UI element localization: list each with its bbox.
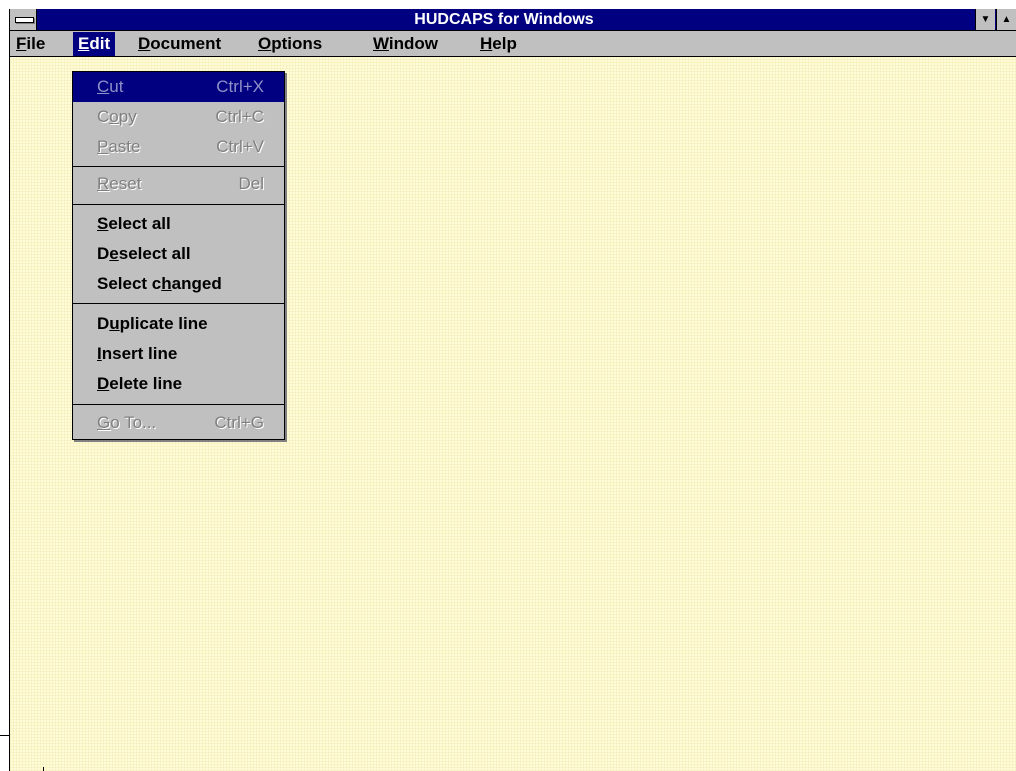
menu-separator [73,166,284,167]
menu-delete-line[interactable]: Delete line [73,369,284,399]
menu-edit-hotkey: E [78,34,90,53]
minimize-button[interactable]: ▼ [975,9,995,30]
menu-insert-line-label: Insert line [97,344,178,363]
menu-delete-line-label: Delete line [97,374,183,393]
menu-options-hotkey: O [258,34,272,53]
menu-go-to-shortcut: Ctrl+G [214,413,264,432]
title-bar[interactable]: HUDCAPS for Windows ▼ ▲ [10,9,1016,31]
screen-edge-mark [43,767,44,771]
menu-cut-shortcut: Ctrl+X [216,77,264,96]
menu-separator [73,204,284,205]
menu-file-hotkey: F [16,34,27,53]
menu-deselect-all-label: Deselect all [97,244,191,263]
menu-cut[interactable]: Cut Ctrl+X [73,72,284,102]
menu-help-hotkey: H [480,34,493,53]
menu-reset[interactable]: Reset Del [73,169,284,199]
menu-insert-line[interactable]: Insert line [73,339,284,369]
menu-duplicate-line-label: Duplicate line [97,314,208,333]
maximize-button[interactable]: ▲ [996,9,1016,30]
menu-select-all[interactable]: Select all [73,209,284,239]
menu-document[interactable]: Document [133,32,226,56]
menu-edit[interactable]: Edit [73,32,116,56]
menu-document-label: ocument [150,34,222,53]
window-title: HUDCAPS for Windows [414,11,594,28]
menu-paste-shortcut: Ctrl+V [216,137,264,156]
menu-copy-label: Copy [97,107,137,126]
menu-bar: File Edit Document Options Window Help [10,31,1016,57]
menu-select-changed[interactable]: Select changed [73,269,284,299]
menu-reset-label: Reset [97,174,142,193]
maximize-arrow-icon: ▲ [1001,14,1012,25]
menu-file-label: ile [26,34,46,53]
menu-reset-shortcut: Del [238,174,264,193]
menu-copy[interactable]: Copy Ctrl+C [73,102,284,132]
menu-edit-label: dit [89,34,111,53]
menu-file[interactable]: File [11,32,50,56]
menu-window[interactable]: Window [368,32,443,56]
menu-options-label: ptions [271,34,323,53]
minimize-arrow-icon: ▼ [980,14,991,25]
menu-options[interactable]: Options [253,32,327,56]
edit-menu-dropdown: Cut Ctrl+X Copy Ctrl+C Paste Ctrl+V Rese… [72,71,285,440]
menu-go-to-label: Go To... [97,413,157,432]
menu-deselect-all[interactable]: Deselect all [73,239,284,269]
menu-separator [73,404,284,405]
menu-select-changed-label: Select changed [97,274,222,293]
menu-cut-label: Cut [97,77,124,96]
menu-separator [73,303,284,304]
menu-go-to[interactable]: Go To... Ctrl+G [73,408,284,438]
menu-paste[interactable]: Paste Ctrl+V [73,132,284,162]
menu-paste-label: Paste [97,137,141,156]
menu-window-hotkey: W [373,34,389,53]
system-menu-icon [15,17,34,23]
system-menu-button[interactable] [10,9,37,30]
menu-help[interactable]: Help [475,32,522,56]
menu-help-label: elp [492,34,517,53]
menu-copy-shortcut: Ctrl+C [215,107,264,126]
menu-window-label: indow [388,34,439,53]
menu-duplicate-line[interactable]: Duplicate line [73,309,284,339]
menu-document-hotkey: D [138,34,151,53]
screen-edge-mark [0,735,9,736]
menu-select-all-label: Select all [97,214,171,233]
